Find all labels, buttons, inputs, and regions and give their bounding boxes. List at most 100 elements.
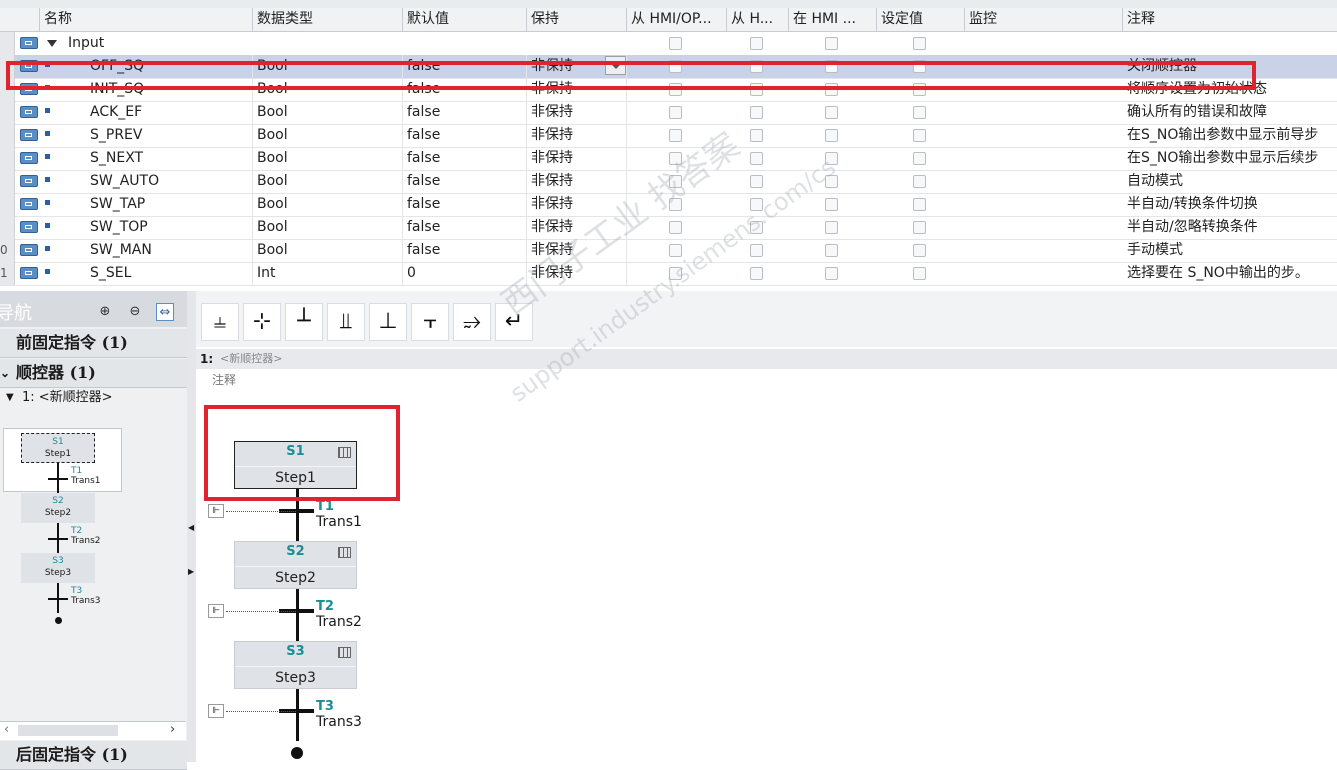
scroll-thumb[interactable] xyxy=(18,725,118,736)
expand-arrow-icon[interactable]: ▼ xyxy=(6,387,14,409)
setpoint-checkbox[interactable] xyxy=(913,175,926,188)
hmi-write-checkbox[interactable] xyxy=(750,152,763,165)
hmi-visible-checkbox[interactable] xyxy=(825,221,838,234)
alt-branch-icon[interactable]: ⫟ xyxy=(411,303,449,341)
hmi-visible-checkbox[interactable] xyxy=(825,129,838,142)
param-name[interactable]: SW_TAP xyxy=(86,193,253,216)
hmi-visible-checkbox[interactable] xyxy=(825,244,838,257)
col-monitor[interactable]: 监控 xyxy=(965,8,1123,31)
hmi-write-checkbox[interactable] xyxy=(750,198,763,211)
step-action-table-icon[interactable] xyxy=(338,547,351,558)
collapse-arrow-icon[interactable] xyxy=(47,40,57,47)
mini-transition[interactable]: T3 Trans3 xyxy=(71,586,101,606)
scroll-left-icon[interactable]: ‹ xyxy=(4,722,9,737)
param-name[interactable]: ACK_EF xyxy=(86,101,253,124)
nav-sequence-item[interactable]: ▼ 1: <新顺控器> xyxy=(0,387,187,409)
hmi-write-checkbox[interactable] xyxy=(750,267,763,280)
branch-icon[interactable]: ⫫ xyxy=(327,303,365,341)
param-default[interactable]: false xyxy=(403,216,527,239)
param-default[interactable]: false xyxy=(403,239,527,262)
col-datatype[interactable]: 数据类型 xyxy=(253,8,403,31)
checkbox[interactable] xyxy=(669,37,682,50)
table-row[interactable]: 1 S_SEL Int 0 非保持 选择要在 S_NO中输出的步。 xyxy=(0,262,1337,286)
hmi-write-checkbox[interactable] xyxy=(750,129,763,142)
param-name[interactable]: S_SEL xyxy=(86,262,253,285)
setpoint-checkbox[interactable] xyxy=(913,106,926,119)
mini-step[interactable]: S1 Step1 xyxy=(21,433,95,463)
checkbox[interactable] xyxy=(825,37,838,50)
param-default[interactable]: false xyxy=(403,124,527,147)
col-hmi-access[interactable]: 从 HMI/OP... xyxy=(627,8,727,31)
mini-transition[interactable]: T1 Trans1 xyxy=(71,466,101,486)
table-row[interactable]: S_NEXT Bool false 非保持 在S_NO输出参数中显示后续步 xyxy=(0,147,1337,171)
transition-icon[interactable]: ┴ xyxy=(285,303,323,341)
transition-t2[interactable]: T2 Trans2 xyxy=(316,599,362,630)
param-type[interactable]: Bool xyxy=(253,216,403,239)
mini-step[interactable]: S2 Step2 xyxy=(21,493,95,523)
hmi-access-checkbox[interactable] xyxy=(669,244,682,257)
nav-section-sequencer[interactable]: ⌄ 顺控器 (1) xyxy=(0,359,187,388)
param-type[interactable]: Bool xyxy=(253,147,403,170)
hmi-access-checkbox[interactable] xyxy=(669,129,682,142)
param-name[interactable]: S_PREV xyxy=(86,124,253,147)
mini-transition[interactable]: T2 Trans2 xyxy=(71,526,101,546)
step-s2[interactable]: S2 Step2 xyxy=(234,541,357,589)
param-default[interactable]: false xyxy=(403,193,527,216)
param-comment[interactable]: 自动模式 xyxy=(1123,170,1337,193)
table-row[interactable]: SW_AUTO Bool false 非保持 自动模式 xyxy=(0,170,1337,194)
hmi-visible-checkbox[interactable] xyxy=(825,152,838,165)
param-type[interactable]: Bool xyxy=(253,239,403,262)
checkbox[interactable] xyxy=(913,37,926,50)
param-default[interactable]: false xyxy=(403,170,527,193)
col-hmi-visible[interactable]: 在 HMI ... xyxy=(789,8,877,31)
hmi-access-checkbox[interactable] xyxy=(669,198,682,211)
nav-section-post-instructions[interactable]: 后固定指令 (1) xyxy=(0,741,187,770)
hmi-write-checkbox[interactable] xyxy=(750,244,763,257)
setpoint-checkbox[interactable] xyxy=(913,129,926,142)
param-comment[interactable]: 在S_NO输出参数中显示后续步 xyxy=(1123,147,1337,170)
param-type[interactable]: Bool xyxy=(253,124,403,147)
hmi-access-checkbox[interactable] xyxy=(669,175,682,188)
param-default[interactable]: false xyxy=(403,101,527,124)
transition-t1[interactable]: T1 Trans1 xyxy=(316,499,362,530)
fit-view-icon[interactable]: ⇔ xyxy=(156,303,174,321)
table-row[interactable]: 0 SW_MAN Bool false 非保持 手动模式 xyxy=(0,239,1337,263)
sim-branch-icon[interactable]: ⊥ xyxy=(369,303,407,341)
transition-condition-icon[interactable]: ⊩ xyxy=(208,604,224,618)
zoom-out-icon[interactable]: ⊖ xyxy=(126,303,144,321)
hmi-write-checkbox[interactable] xyxy=(750,106,763,119)
param-retain[interactable]: 非保持 xyxy=(527,101,627,124)
param-retain[interactable]: 非保持 xyxy=(527,147,627,170)
hmi-access-checkbox[interactable] xyxy=(669,267,682,280)
param-name[interactable]: SW_MAN xyxy=(86,239,253,262)
param-comment[interactable]: 半自动/转换条件切换 xyxy=(1123,193,1337,216)
table-row[interactable]: SW_TAP Bool false 非保持 半自动/转换条件切换 xyxy=(0,193,1337,217)
setpoint-checkbox[interactable] xyxy=(913,198,926,211)
step-action-table-icon[interactable] xyxy=(338,647,351,658)
step-icon[interactable]: ⊹ xyxy=(243,303,281,341)
col-comment[interactable]: 注释 xyxy=(1123,8,1337,31)
hmi-access-checkbox[interactable] xyxy=(669,152,682,165)
param-retain[interactable]: 非保持 xyxy=(527,216,627,239)
table-row[interactable]: S_PREV Bool false 非保持 在S_NO输出参数中显示前导步 xyxy=(0,124,1337,148)
col-retain[interactable]: 保持 xyxy=(527,8,627,31)
param-name[interactable]: SW_AUTO xyxy=(86,170,253,193)
hmi-visible-checkbox[interactable] xyxy=(825,106,838,119)
scroll-right-icon[interactable]: › xyxy=(170,722,175,737)
collapse-icon[interactable]: ⌄ xyxy=(0,359,10,387)
param-default[interactable]: 0 xyxy=(403,262,527,285)
network-header[interactable]: 1: <新顺控器> xyxy=(196,349,1337,369)
hmi-visible-checkbox[interactable] xyxy=(825,198,838,211)
nav-horizontal-scrollbar[interactable]: ‹ › xyxy=(0,721,186,740)
hmi-access-checkbox[interactable] xyxy=(669,106,682,119)
param-type[interactable]: Bool xyxy=(253,170,403,193)
param-name[interactable]: S_NEXT xyxy=(86,147,253,170)
col-hmi-write[interactable]: 从 H... xyxy=(727,8,789,31)
mini-step[interactable]: S3 Step3 xyxy=(21,553,95,583)
step-s3[interactable]: S3 Step3 xyxy=(234,641,357,689)
zoom-in-icon[interactable]: ⊕ xyxy=(96,303,114,321)
param-comment[interactable]: 选择要在 S_NO中输出的步。 xyxy=(1123,262,1337,285)
param-default[interactable]: false xyxy=(403,147,527,170)
param-type[interactable]: Bool xyxy=(253,101,403,124)
setpoint-checkbox[interactable] xyxy=(913,244,926,257)
